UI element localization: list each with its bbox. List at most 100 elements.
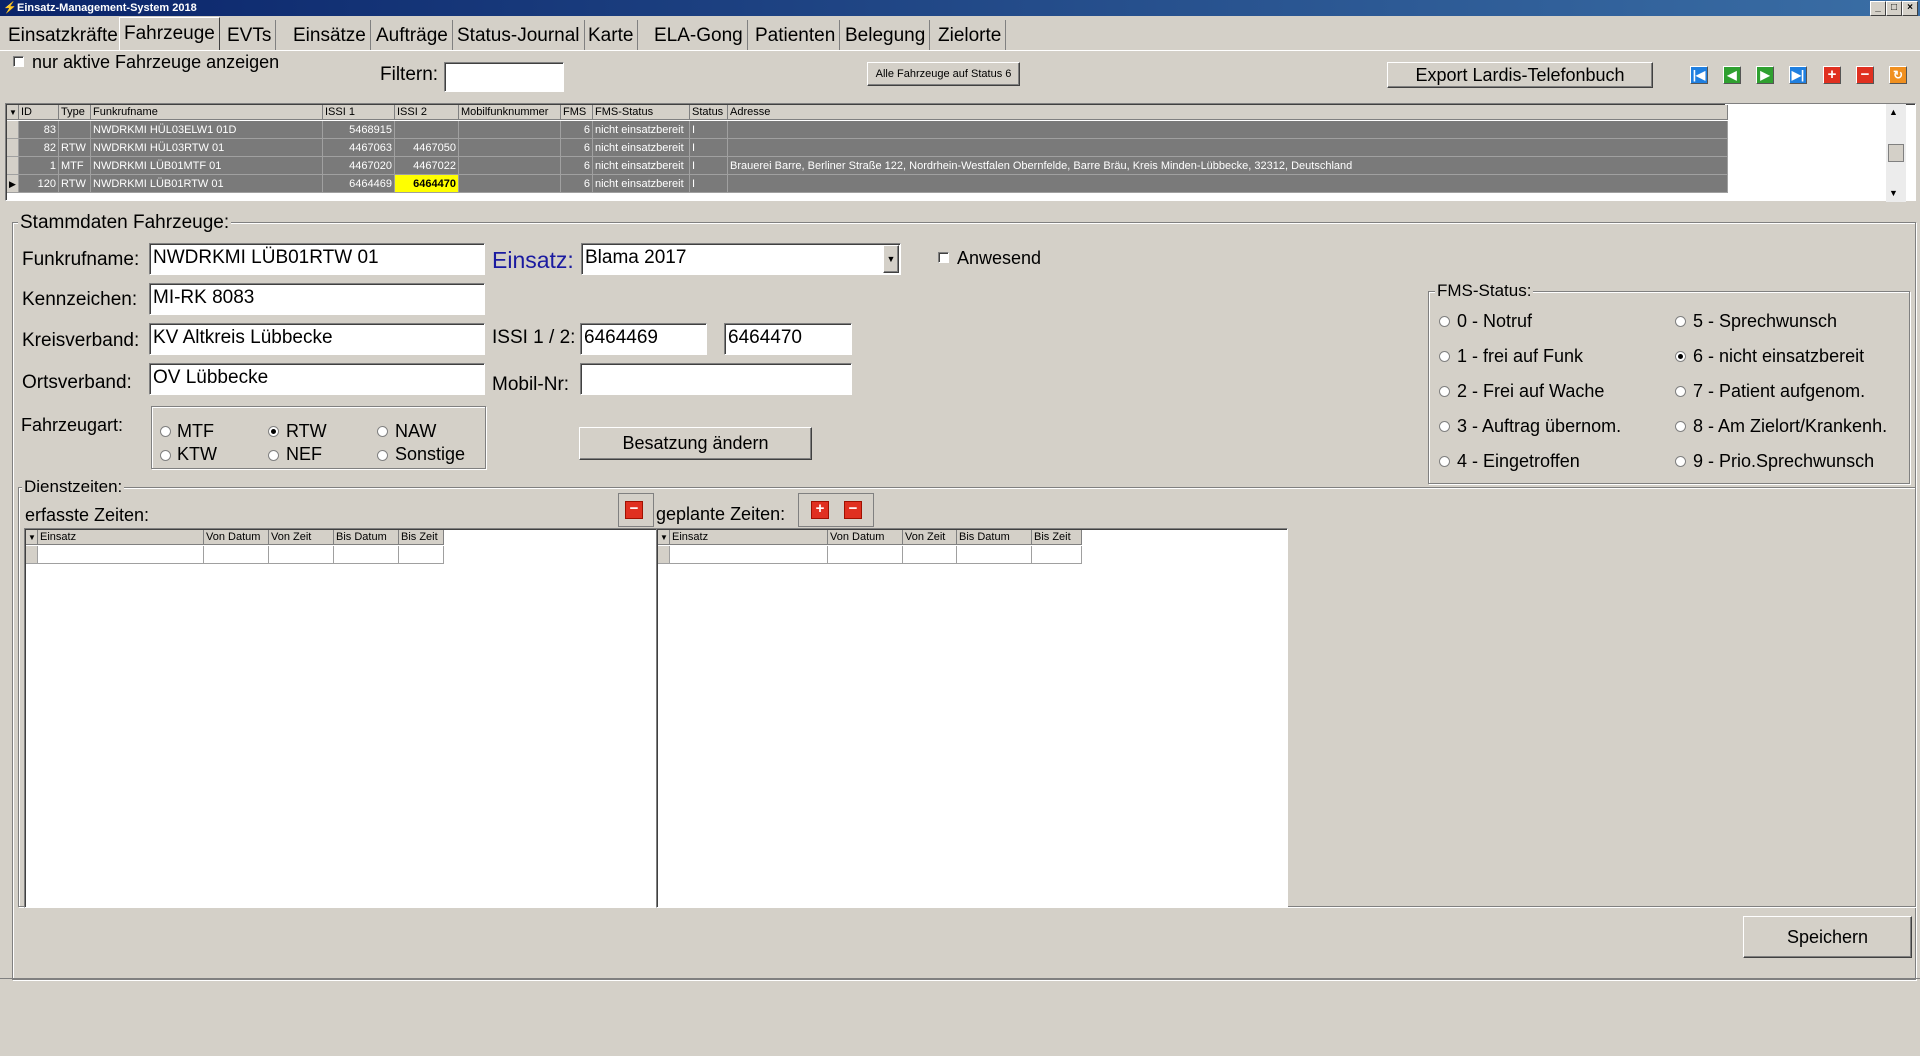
table-cell[interactable]: I — [690, 157, 728, 175]
fms-radio[interactable] — [1439, 351, 1450, 362]
table-cell[interactable] — [38, 546, 204, 564]
einsatz-select[interactable]: Blama 2017 — [581, 243, 901, 275]
table-cell[interactable] — [957, 546, 1032, 564]
tab-einsaetze[interactable]: Einsätze — [289, 20, 371, 51]
table-cell[interactable]: NWDRKMI LÜB01RTW 01 — [91, 175, 323, 193]
table-cell[interactable] — [204, 546, 269, 564]
tab-zielorte[interactable]: Zielorte — [934, 20, 1007, 51]
fahrzeugart-radio-rtw[interactable] — [268, 426, 279, 437]
geplante-remove-icon[interactable]: − — [844, 501, 862, 519]
ortsverband-field[interactable]: OV Lübbecke — [149, 363, 485, 395]
fms-radio[interactable] — [1675, 351, 1686, 362]
mobil-field[interactable] — [580, 363, 852, 395]
column-header[interactable]: Einsatz — [670, 530, 828, 545]
fms-radio[interactable] — [1439, 421, 1450, 432]
table-cell[interactable]: NWDRKMI LÜB01MTF 01 — [91, 157, 323, 175]
scroll-thumb[interactable] — [1888, 144, 1904, 162]
column-header[interactable]: ISSI 2 — [395, 105, 459, 120]
add-icon[interactable]: + — [1823, 66, 1841, 84]
column-header[interactable]: Type — [59, 105, 91, 120]
refresh-icon[interactable]: ↻ — [1889, 66, 1907, 84]
all-status6-button[interactable]: Alle Fahrzeuge auf Status 6 — [867, 62, 1020, 86]
filter-input[interactable] — [444, 62, 564, 92]
column-header[interactable]: Von Zeit — [903, 530, 957, 545]
issi1-field[interactable]: 6464469 — [580, 323, 707, 355]
row-indicator[interactable] — [7, 121, 19, 139]
einsatz-dropdown-icon[interactable]: ▼ — [883, 245, 899, 273]
column-header[interactable]: Bis Datum — [334, 530, 399, 545]
export-lardis-button[interactable]: Export Lardis-Telefonbuch — [1387, 62, 1653, 88]
kennzeichen-field[interactable]: MI-RK 8083 — [149, 283, 485, 315]
table-cell[interactable]: 6 — [561, 157, 593, 175]
erfasste-remove-icon[interactable]: − — [625, 501, 643, 519]
column-header[interactable]: Funkrufname — [91, 105, 323, 120]
next-icon[interactable]: ▶ — [1756, 66, 1774, 84]
column-header[interactable]: Adresse — [728, 105, 1728, 120]
table-cell[interactable]: MTF — [59, 157, 91, 175]
maximize-button[interactable]: □ — [1886, 1, 1902, 16]
table-cell[interactable]: nicht einsatzbereit — [593, 175, 690, 193]
fms-radio[interactable] — [1439, 456, 1450, 467]
table-cell[interactable]: I — [690, 175, 728, 193]
table-cell[interactable]: 4467020 — [323, 157, 395, 175]
table-cell[interactable]: nicht einsatzbereit — [593, 157, 690, 175]
column-header[interactable]: Von Datum — [204, 530, 269, 545]
table-cell[interactable] — [269, 546, 334, 564]
speichern-button[interactable]: Speichern — [1743, 916, 1912, 958]
table-cell[interactable]: 6464469 — [323, 175, 395, 193]
scroll-down-icon[interactable]: ▼ — [1889, 188, 1898, 198]
row-indicator[interactable] — [26, 546, 38, 564]
table-cell[interactable] — [459, 121, 561, 139]
table-cell[interactable]: RTW — [59, 175, 91, 193]
table-cell[interactable] — [334, 546, 399, 564]
column-header[interactable]: Bis Zeit — [1032, 530, 1082, 545]
table-cell[interactable]: 120 — [19, 175, 59, 193]
vehicle-grid-scrollbar[interactable]: ▲ ▼ — [1886, 104, 1906, 202]
column-header[interactable]: ID — [19, 105, 59, 120]
column-header[interactable]: Bis Datum — [957, 530, 1032, 545]
table-cell[interactable]: 6464470 — [395, 175, 459, 193]
scroll-up-icon[interactable]: ▲ — [1889, 107, 1898, 117]
tab-fahrzeuge[interactable]: Fahrzeuge — [119, 17, 220, 51]
fms-radio[interactable] — [1439, 316, 1450, 327]
column-header[interactable]: ISSI 1 — [323, 105, 395, 120]
fms-radio[interactable] — [1675, 386, 1686, 397]
table-cell[interactable] — [828, 546, 903, 564]
minimize-button[interactable]: _ — [1870, 1, 1886, 16]
table-cell[interactable]: 83 — [19, 121, 59, 139]
table-cell[interactable]: 4467063 — [323, 139, 395, 157]
fahrzeugart-radio-mtf[interactable] — [160, 426, 171, 437]
funkrufname-field[interactable]: NWDRKMI LÜB01RTW 01 — [149, 243, 485, 275]
table-cell[interactable]: 82 — [19, 139, 59, 157]
fahrzeugart-radio-nef[interactable] — [268, 450, 279, 461]
tab-status-journal[interactable]: Status-Journal — [453, 20, 585, 51]
issi2-field[interactable]: 6464470 — [724, 323, 852, 355]
kreisverband-field[interactable]: KV Altkreis Lübbecke — [149, 323, 485, 355]
table-cell[interactable] — [459, 139, 561, 157]
table-cell[interactable] — [59, 121, 91, 139]
table-cell[interactable] — [728, 175, 1728, 193]
tab-auftraege[interactable]: Aufträge — [372, 20, 453, 51]
row-indicator[interactable] — [658, 546, 670, 564]
row-indicator[interactable]: ▶ — [7, 175, 19, 193]
fms-radio[interactable] — [1675, 316, 1686, 327]
fahrzeugart-radio-sonstige[interactable] — [377, 450, 388, 461]
fms-radio[interactable] — [1675, 421, 1686, 432]
row-indicator[interactable] — [7, 139, 19, 157]
column-header[interactable]: Von Zeit — [269, 530, 334, 545]
table-cell[interactable]: nicht einsatzbereit — [593, 121, 690, 139]
table-cell[interactable]: Brauerei Barre, Berliner Straße 122, Nor… — [728, 157, 1728, 175]
column-header[interactable]: Bis Zeit — [399, 530, 444, 545]
fms-radio[interactable] — [1675, 456, 1686, 467]
column-header[interactable]: Mobilfunknummer — [459, 105, 561, 120]
row-indicator[interactable] — [7, 157, 19, 175]
table-cell[interactable]: 4467050 — [395, 139, 459, 157]
tab-einsatzkraefte[interactable]: Einsatzkräfte — [4, 20, 123, 51]
tab-patienten[interactable]: Patienten — [751, 20, 841, 51]
table-cell[interactable] — [395, 121, 459, 139]
tab-belegung[interactable]: Belegung — [841, 20, 931, 51]
tab-evts[interactable]: EVTs — [223, 20, 277, 51]
table-cell[interactable]: 6 — [561, 121, 593, 139]
column-header[interactable]: FMS — [561, 105, 593, 120]
table-cell[interactable] — [728, 139, 1728, 157]
